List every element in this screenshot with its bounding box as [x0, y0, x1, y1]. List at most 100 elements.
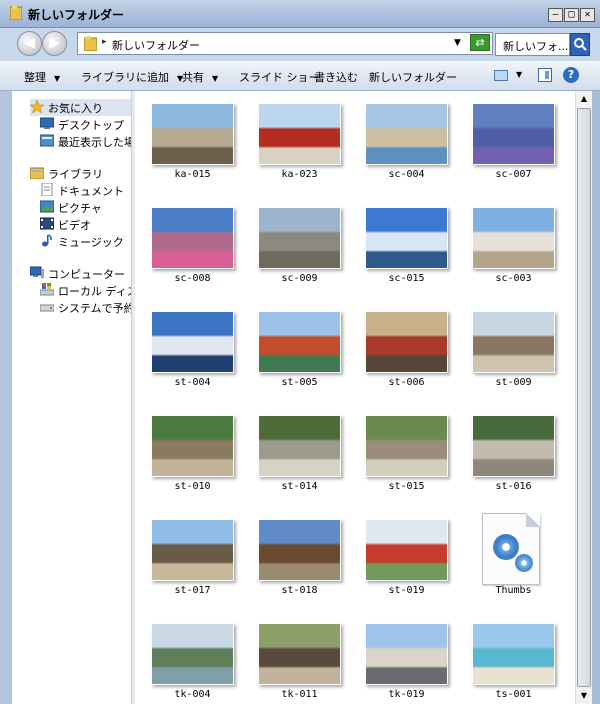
- file-item[interactable]: st-009: [460, 299, 567, 399]
- file-item[interactable]: st-010: [139, 403, 246, 503]
- view-icon[interactable]: [494, 70, 508, 81]
- gear-icon: [515, 554, 533, 572]
- file-item[interactable]: sc-004: [353, 91, 460, 191]
- photo-thumbnail: [258, 623, 341, 685]
- scroll-down-button[interactable]: ▼: [576, 688, 592, 704]
- star-icon: [30, 100, 44, 113]
- search-icon[interactable]: [570, 33, 590, 56]
- search-input[interactable]: 新しいフォ...: [495, 33, 570, 56]
- burn-button[interactable]: 書き込む: [314, 69, 358, 85]
- nav-system-reserved[interactable]: システムで予約済み: [40, 299, 131, 316]
- add-to-library-menu[interactable]: ライブラリに追加 ▼: [81, 69, 183, 85]
- photo-thumbnail: [258, 103, 341, 165]
- file-item[interactable]: st-017: [139, 507, 246, 607]
- address-dropdown[interactable]: ▼: [454, 38, 461, 48]
- window-frame-left: [0, 91, 12, 704]
- folder-icon: [10, 6, 22, 20]
- file-item[interactable]: Thumbs: [460, 507, 567, 607]
- file-item[interactable]: ka-015: [139, 91, 246, 191]
- file-name: sc-003: [495, 273, 532, 284]
- video-icon: [40, 217, 54, 230]
- file-item[interactable]: st-019: [353, 507, 460, 607]
- photo-thumbnail: [365, 623, 448, 685]
- forward-button[interactable]: ▶: [42, 31, 67, 56]
- nav-desktop[interactable]: デスクトップ: [40, 116, 131, 133]
- file-item[interactable]: ts-001: [460, 611, 567, 704]
- file-item[interactable]: ka-023: [246, 91, 353, 191]
- windows-drive-icon: [40, 283, 54, 296]
- file-item[interactable]: st-005: [246, 299, 353, 399]
- file-name: st-010: [174, 481, 211, 492]
- new-folder-button[interactable]: 新しいフォルダー: [369, 69, 457, 85]
- gear-file-icon: [482, 513, 540, 585]
- nav-documents[interactable]: ドキュメント: [40, 182, 131, 199]
- nav-videos[interactable]: ビデオ: [40, 216, 131, 233]
- file-item[interactable]: tk-019: [353, 611, 460, 704]
- photo-thumbnail: [151, 623, 234, 685]
- photo-thumbnail: [151, 415, 234, 477]
- help-icon[interactable]: ?: [563, 67, 579, 83]
- recent-places-icon: [40, 134, 54, 147]
- scroll-thumb[interactable]: [577, 108, 591, 687]
- file-item[interactable]: sc-003: [460, 195, 567, 295]
- scroll-up-button[interactable]: ▲: [576, 91, 592, 107]
- file-item[interactable]: sc-008: [139, 195, 246, 295]
- title-bar: 新しいフォルダー – □ ✕: [0, 0, 600, 28]
- file-name: sc-007: [495, 169, 532, 180]
- nav-favorites[interactable]: お気に入り: [30, 99, 131, 116]
- close-button[interactable]: ✕: [580, 8, 595, 22]
- organize-menu[interactable]: 整理 ▼: [24, 69, 60, 85]
- file-name: ka-023: [281, 169, 318, 180]
- file-name: ka-015: [174, 169, 211, 180]
- nav-libraries[interactable]: ライブラリ: [30, 165, 131, 182]
- address-bar[interactable]: ▸ 新しいフォルダー ▼: [77, 32, 493, 55]
- nav-recent[interactable]: 最近表示した場所: [40, 133, 131, 150]
- file-item[interactable]: st-018: [246, 507, 353, 607]
- file-name: sc-015: [388, 273, 425, 284]
- photo-thumbnail: [151, 311, 234, 373]
- photo-thumbnail: [472, 103, 555, 165]
- photo-thumbnail: [472, 623, 555, 685]
- breadcrumb-separator[interactable]: ▸: [102, 37, 107, 47]
- document-icon: [41, 183, 53, 196]
- photo-thumbnail: [365, 207, 448, 269]
- file-view: ka-015 ka-023 sc-004 sc-007 sc-008 sc-009 sc-0…: [135, 91, 575, 704]
- file-name: ts-001: [495, 689, 532, 700]
- photo-thumbnail: [258, 519, 341, 581]
- file-item[interactable]: tk-004: [139, 611, 246, 704]
- file-name: st-015: [388, 481, 425, 492]
- file-item[interactable]: st-006: [353, 299, 460, 399]
- file-name: st-009: [495, 377, 532, 388]
- photo-thumbnail: [258, 311, 341, 373]
- file-item[interactable]: st-014: [246, 403, 353, 503]
- slideshow-button[interactable]: スライド ショー: [239, 69, 320, 85]
- file-name: sc-009: [281, 273, 318, 284]
- nav-music[interactable]: ミュージック: [40, 233, 131, 250]
- file-item[interactable]: tk-011: [246, 611, 353, 704]
- drive-icon: [40, 304, 54, 312]
- file-item[interactable]: sc-009: [246, 195, 353, 295]
- file-item[interactable]: st-016: [460, 403, 567, 503]
- maximize-button[interactable]: □: [564, 8, 579, 22]
- file-item[interactable]: st-004: [139, 299, 246, 399]
- search-text[interactable]: 新しいフォ...: [503, 38, 569, 54]
- photo-thumbnail: [472, 415, 555, 477]
- desktop-icon: [40, 117, 54, 129]
- folder-icon: [84, 36, 97, 51]
- refresh-button[interactable]: ⇄: [470, 34, 490, 51]
- view-dropdown-icon[interactable]: ▼: [516, 70, 522, 79]
- file-name: sc-004: [388, 169, 425, 180]
- breadcrumb[interactable]: 新しいフォルダー: [112, 37, 200, 53]
- nav-computer[interactable]: コンピューター: [30, 265, 131, 282]
- file-item[interactable]: sc-007: [460, 91, 567, 191]
- minimize-button[interactable]: –: [548, 8, 563, 22]
- library-icon: [30, 167, 44, 179]
- share-menu[interactable]: 共有 ▼: [182, 69, 218, 85]
- vertical-scrollbar[interactable]: ▲ ▼: [575, 91, 592, 704]
- back-button[interactable]: ◀: [17, 31, 42, 56]
- preview-pane-icon[interactable]: [538, 68, 552, 82]
- file-item[interactable]: sc-015: [353, 195, 460, 295]
- nav-pictures[interactable]: ピクチャ: [40, 199, 131, 216]
- file-item[interactable]: st-015: [353, 403, 460, 503]
- nav-local-disk[interactable]: ローカル ディスク: [40, 282, 131, 299]
